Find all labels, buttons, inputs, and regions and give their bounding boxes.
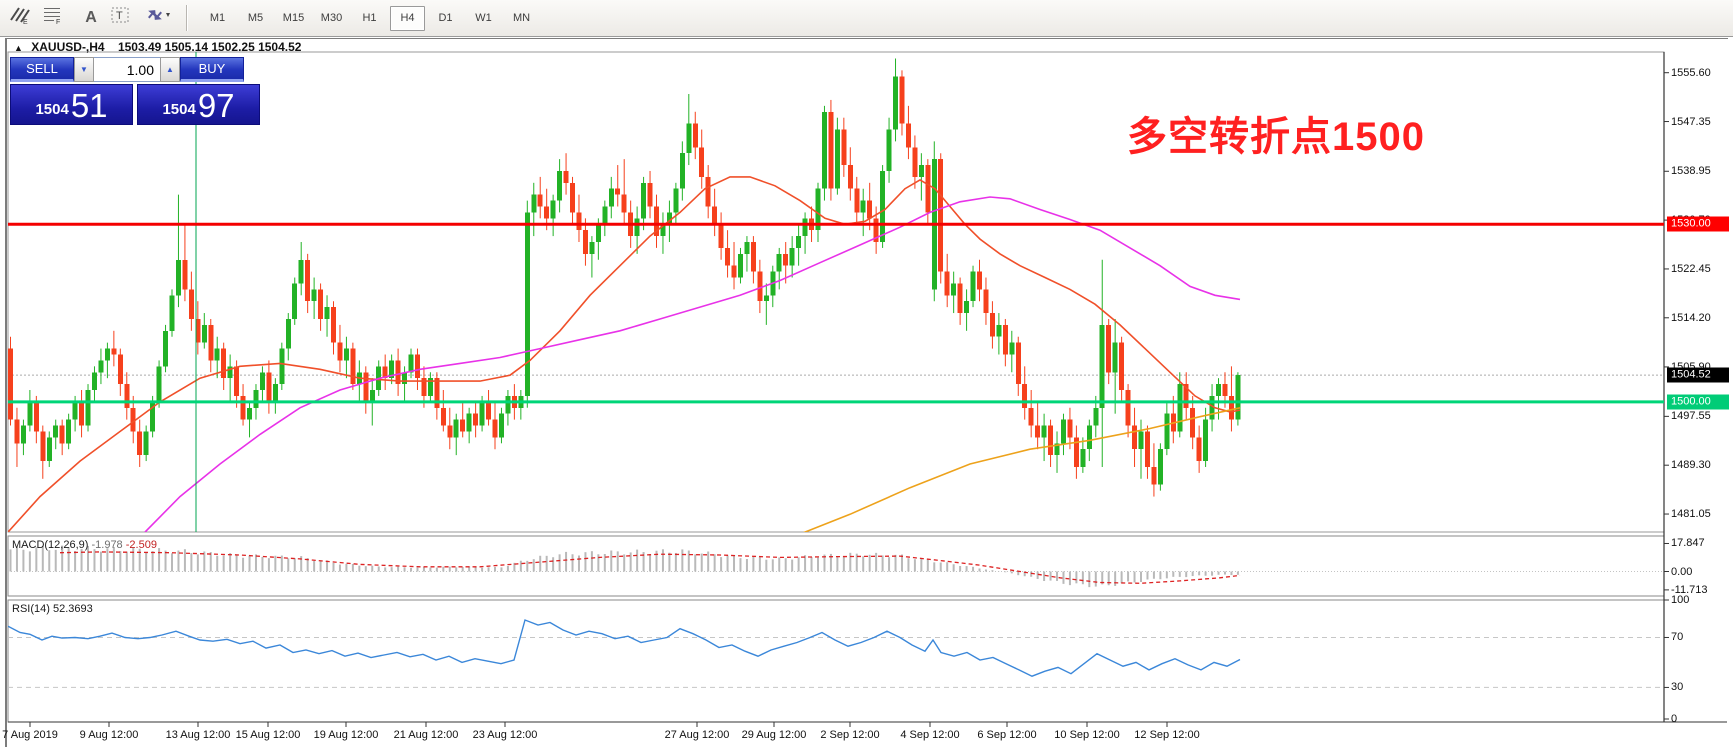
date-axis-label: 12 Sep 12:00 (1134, 729, 1200, 741)
bid-price-small: 1504 (35, 101, 69, 118)
date-axis-label: 23 Aug 12:00 (472, 729, 538, 741)
price-badge: 1500.00 (1667, 394, 1729, 410)
price-axis-label: 1547.35 (1671, 115, 1711, 128)
ask-price-box[interactable]: 1504 97 (137, 84, 260, 125)
ask-price-big: 97 (197, 87, 235, 124)
date-axis-label: 27 Aug 12:00 (664, 729, 730, 741)
one-click-trading-panel: SELL ▼ ▲ BUY 1504 51 1504 97 (10, 57, 260, 125)
bid-price-box[interactable]: 1504 51 (10, 84, 133, 125)
price-axis-label: 1514.20 (1671, 311, 1711, 324)
rsi-axis-label: 100 (1671, 594, 1690, 606)
price-axis-label: 1555.60 (1671, 66, 1711, 79)
date-axis-label: 19 Aug 12:00 (313, 729, 379, 741)
collapse-arrow-icon[interactable]: ▲ (14, 43, 23, 53)
volume-input[interactable] (94, 57, 160, 82)
rsi-axis-label: 0 (1671, 713, 1678, 725)
date-axis-label: 13 Aug 12:00 (165, 729, 231, 741)
price-axis-label: 1538.95 (1671, 165, 1711, 178)
rsi-axis-label: 70 (1671, 631, 1684, 644)
macd-label: MACD(12,26,9) -1.978 -2.509 (12, 539, 157, 551)
date-axis-label: 6 Sep 12:00 (977, 729, 1037, 741)
date-axis-label: 9 Aug 12:00 (79, 729, 139, 741)
volume-decrease-button[interactable]: ▼ (74, 57, 94, 82)
price-badge: 1504.52 (1667, 367, 1729, 383)
bid-price-big: 51 (70, 87, 108, 124)
date-axis-label: 2 Sep 12:00 (820, 729, 880, 741)
price-badge: 1530.00 (1667, 216, 1729, 232)
rsi-label: RSI(14) 52.3693 (12, 603, 93, 615)
ask-price-small: 1504 (162, 101, 196, 118)
chart-annotation-text: 多空转折点1500 (1127, 115, 1425, 159)
price-axis-label: 1522.45 (1671, 262, 1711, 275)
macd-axis-label: 17.847 (1671, 537, 1705, 550)
price-axis-label: 1489.30 (1671, 459, 1711, 472)
price-axis-label: 1497.55 (1671, 410, 1711, 423)
date-axis-label: 4 Sep 12:00 (900, 729, 960, 741)
date-axis-label: 15 Aug 12:00 (235, 729, 301, 741)
buy-button[interactable]: BUY (180, 57, 244, 82)
sell-button[interactable]: SELL (10, 57, 74, 82)
price-axis-label: 1481.05 (1671, 508, 1711, 521)
ohlc-values: 1503.49 1505.14 1502.25 1504.52 (117, 40, 302, 54)
macd-main-value: -1.978 (91, 539, 123, 551)
date-axis-label: 7 Aug 2019 (2, 729, 58, 741)
volume-increase-button[interactable]: ▲ (160, 57, 180, 82)
macd-signal-value: -2.509 (125, 539, 157, 551)
date-axis-label: 10 Sep 12:00 (1054, 729, 1120, 741)
rsi-axis-label: 30 (1671, 681, 1684, 694)
symbol-title: XAUUSD-,H4 (31, 40, 105, 54)
date-axis-label: 21 Aug 12:00 (393, 729, 459, 741)
date-axis-label: 29 Aug 12:00 (741, 729, 807, 741)
chart-header: ▲ XAUUSD-,H4 1503.49 1505.14 1502.25 150… (14, 40, 301, 54)
macd-axis-label: 0.00 (1671, 565, 1693, 578)
